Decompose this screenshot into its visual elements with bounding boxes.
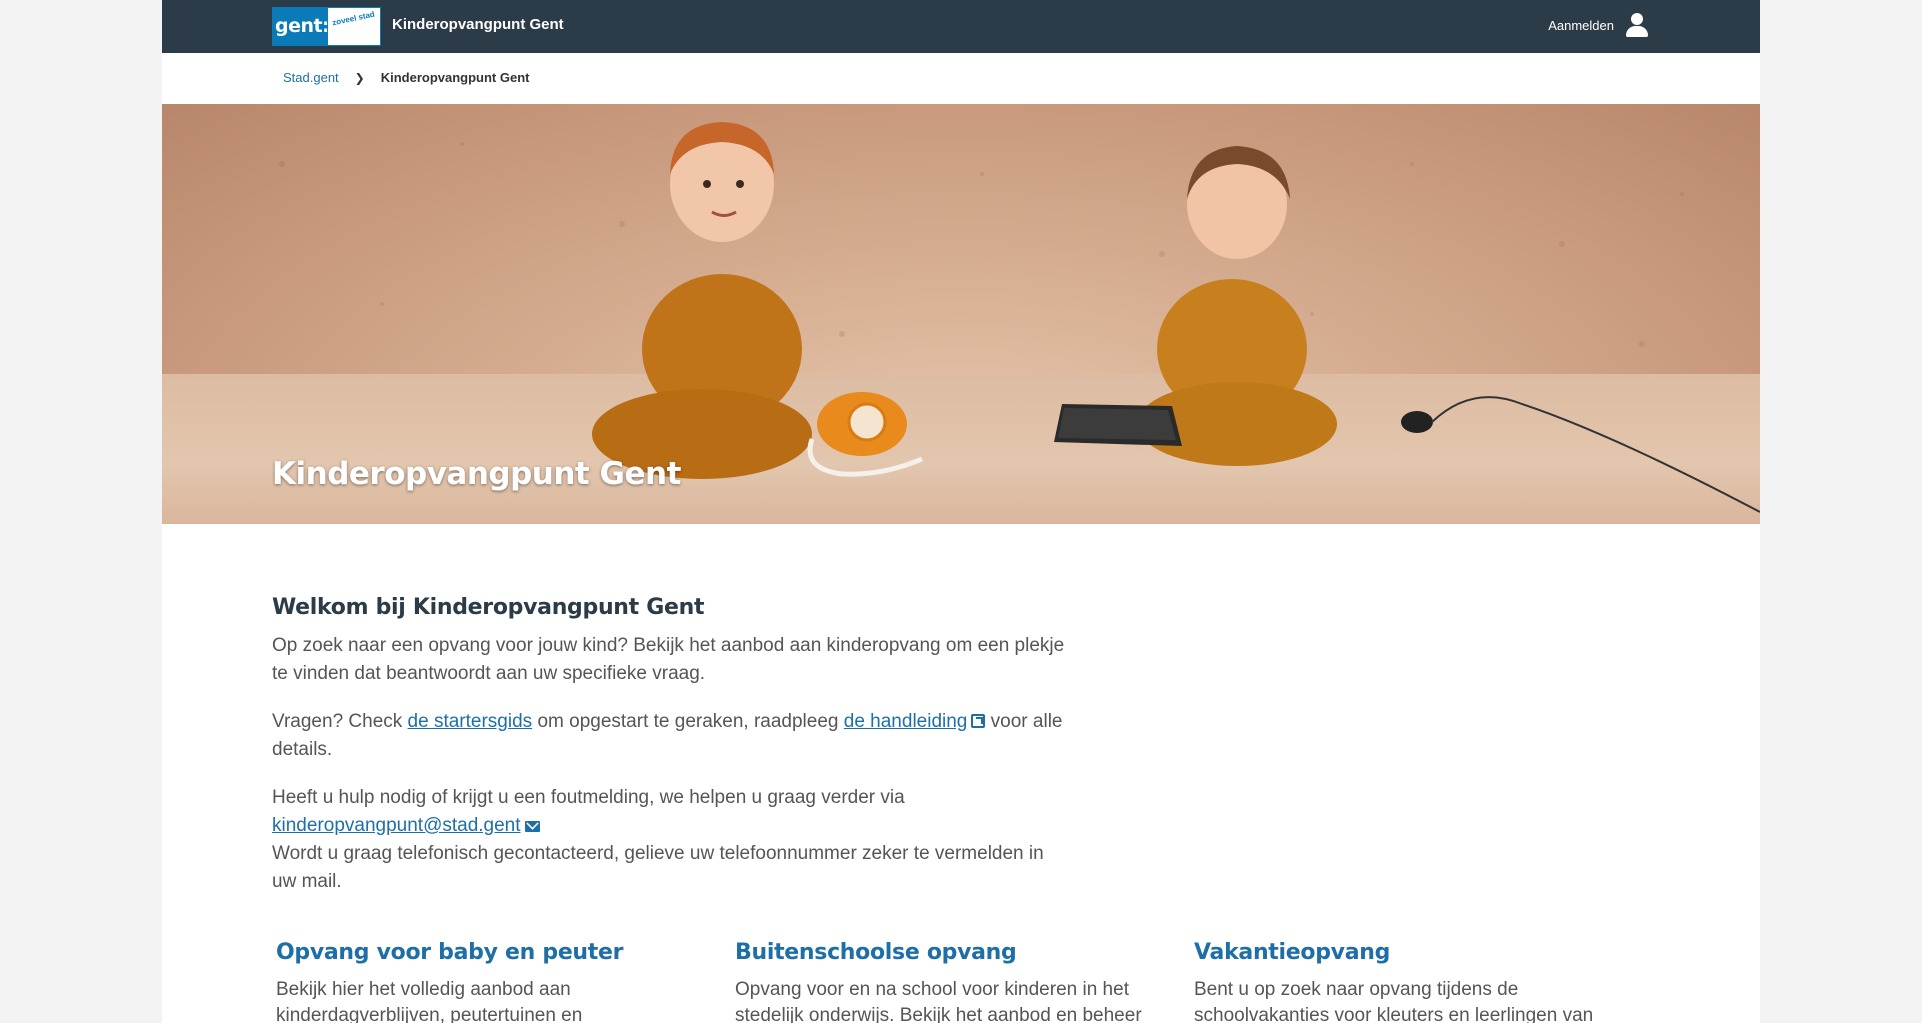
logo-text: gent: (272, 7, 330, 46)
user-icon (1624, 12, 1650, 38)
handleiding-link[interactable]: de handleiding (844, 711, 968, 732)
login-label: Aanmelden (1548, 17, 1614, 33)
intro-paragraph: Op zoek naar een opvang voor jouw kind? … (272, 635, 1065, 684)
card-text: Bent u op zoek naar opvang tijdens de sc… (1194, 979, 1594, 1023)
gent-logo[interactable]: gent: zoveel stad (272, 7, 381, 46)
service-cards: Opvang voor baby en peuter Bekijk hier h… (276, 940, 1656, 1023)
card-title[interactable]: Opvang voor baby en peuter (276, 940, 735, 965)
logo-tagline: zoveel stad (327, 7, 381, 46)
breadcrumb-current: Kinderopvangpunt Gent (380, 70, 530, 85)
card-title[interactable]: Buitenschoolse opvang (735, 940, 1194, 965)
site-title[interactable]: Kinderopvangpunt Gent (392, 16, 564, 33)
card-text: Opvang voor en na school voor kinderen i… (735, 979, 1142, 1023)
mouse-cable (1431, 396, 1760, 513)
intro-section: Welkom bij Kinderopvangpunt Gent Op zoek… (272, 595, 1072, 916)
mail-icon (524, 821, 540, 832)
computer-mouse (1401, 411, 1433, 433)
hero-banner: Kinderopvangpunt Gent (162, 104, 1760, 524)
card-baby-peuter[interactable]: Opvang voor baby en peuter Bekijk hier h… (276, 940, 735, 1023)
card-buitenschoolse-opvang[interactable]: Buitenschoolse opvang Opvang voor en na … (735, 940, 1194, 1023)
card-title[interactable]: Vakantieopvang (1194, 940, 1653, 965)
keyboard (1054, 404, 1182, 446)
login-button[interactable]: Aanmelden (1548, 12, 1650, 38)
card-vakantieopvang[interactable]: Vakantieopvang Bent u op zoek naar opvan… (1194, 940, 1653, 1023)
toy-telephone (807, 392, 923, 477)
hero-title: Kinderopvangpunt Gent (272, 456, 681, 492)
external-link-icon (971, 714, 986, 728)
card-text: Bekijk hier het volledig aanbod aan kind… (276, 979, 583, 1023)
chevron-right-icon: ❯ (354, 70, 365, 85)
breadcrumb: Stad.gent ❯ Kinderopvangpunt Gent (283, 70, 530, 85)
startersgids-link[interactable]: de startersgids (408, 711, 533, 732)
contact-paragraph: Heeft u hulp nodig of krijgt u een foutm… (272, 787, 1044, 892)
child-left (592, 122, 812, 479)
breadcrumb-link-stad-gent[interactable]: Stad.gent (283, 70, 339, 85)
top-header: gent: zoveel stad Kinderopvangpunt Gent … (162, 0, 1760, 53)
help-paragraph: Vragen? Check de startersgids om opgesta… (272, 711, 1063, 760)
email-link[interactable]: kinderopvangpunt@stad.gent (272, 815, 521, 836)
page: gent: zoveel stad Kinderopvangpunt Gent … (162, 0, 1760, 1023)
welcome-title: Welkom bij Kinderopvangpunt Gent (272, 595, 705, 620)
